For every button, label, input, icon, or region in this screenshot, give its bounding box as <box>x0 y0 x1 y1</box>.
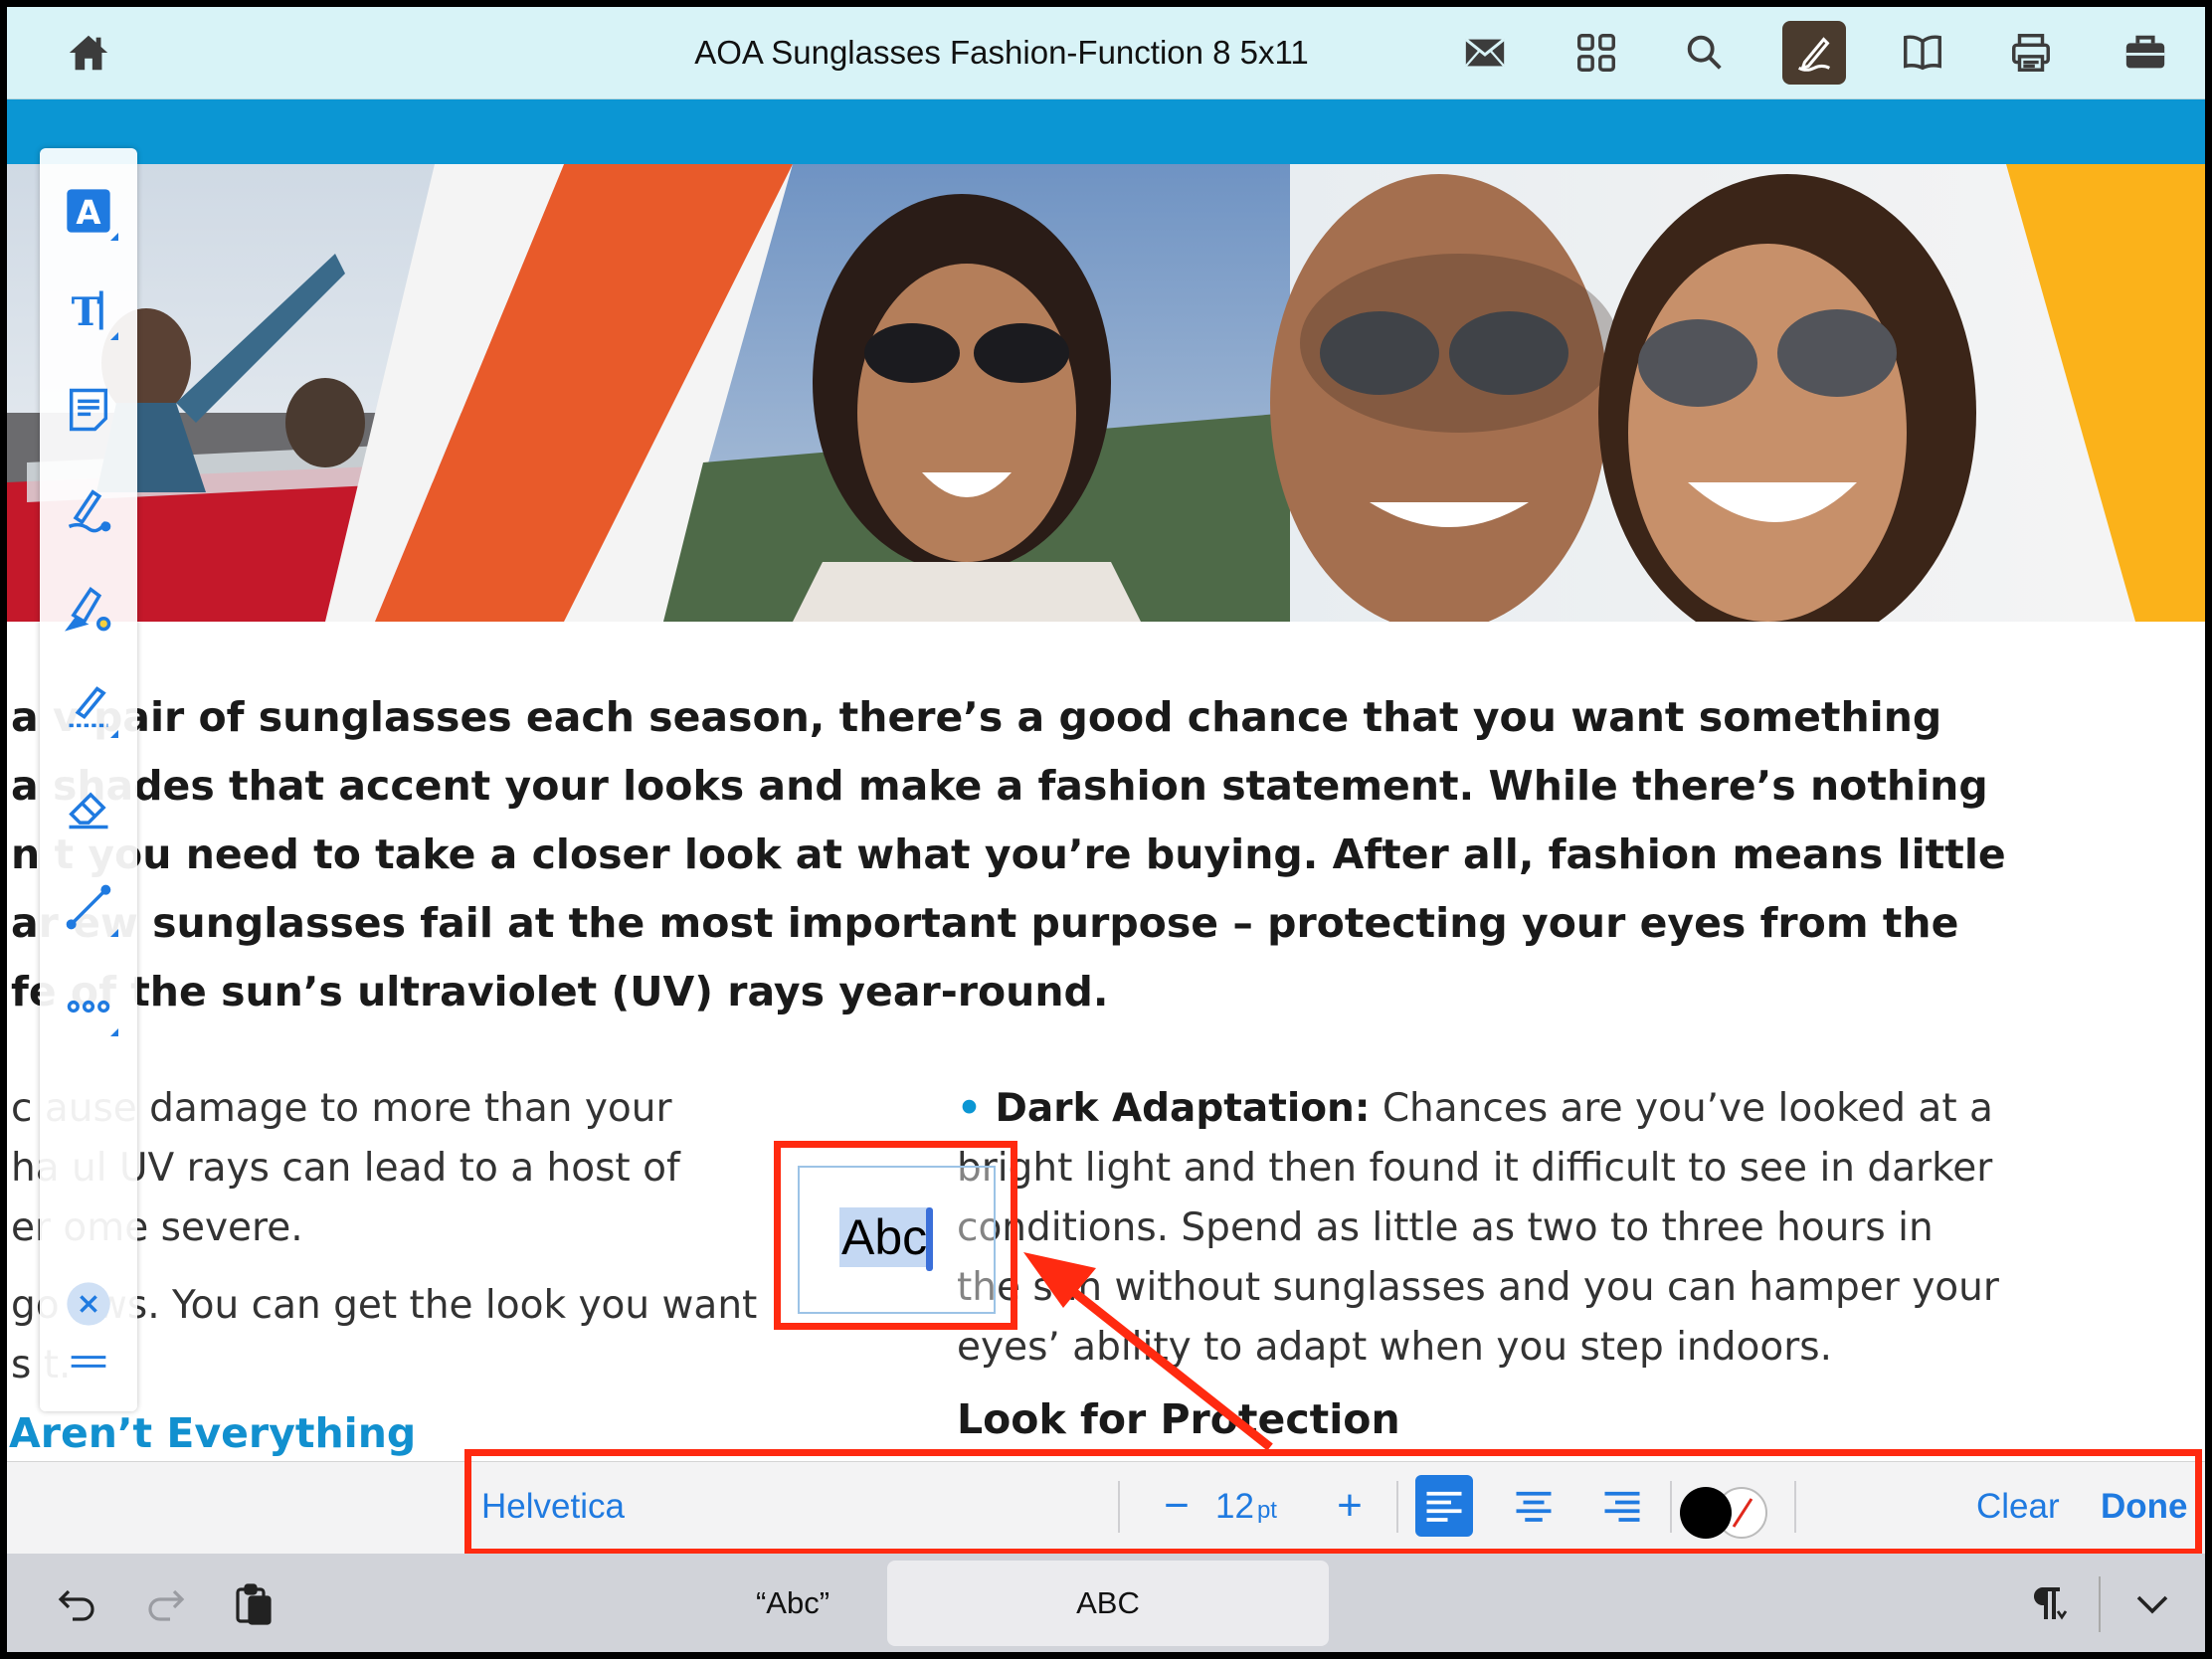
bullet-dot: • <box>957 1086 996 1131</box>
body-line: er ome severe. <box>11 1205 303 1250</box>
text-insert-icon[interactable]: T <box>49 271 128 350</box>
svg-text:A: A <box>76 194 100 232</box>
hide-keyboard-icon[interactable] <box>2122 1573 2182 1633</box>
body-line: c ause damage to more than your <box>11 1086 672 1131</box>
annotate-icon[interactable] <box>1782 21 1846 85</box>
redo-icon[interactable] <box>136 1573 196 1633</box>
section-heading: Look for Protection <box>957 1395 1400 1443</box>
body-line: go ews. You can get the look you want <box>11 1283 758 1328</box>
body-line: Chances are you’ve looked at a <box>1370 1086 1993 1131</box>
left-column: c ause damage to more than your ha ul UV… <box>11 1079 886 1395</box>
body-line: bright light and then found it difficult… <box>957 1146 1993 1191</box>
body-line: conditions. Spend as little as two to th… <box>957 1205 1934 1250</box>
handle-icon[interactable] <box>49 1337 128 1386</box>
eraser-icon[interactable] <box>49 768 128 847</box>
document-title: AOA Sunglasses Fashion-Function 8 5x11 <box>694 34 1309 71</box>
book-icon[interactable] <box>1891 21 1954 85</box>
more-icon[interactable] <box>49 967 128 1046</box>
intro-line: fe of the sun’s ultraviolet (UV) rays ye… <box>11 968 1109 1015</box>
section-heading: Aren’t Everything <box>9 1409 417 1457</box>
close-icon[interactable] <box>49 1264 128 1344</box>
hero-photo-collage <box>7 164 2205 622</box>
divider <box>2099 1576 2101 1632</box>
body-line: the sun without sunglasses and you can h… <box>957 1265 1999 1310</box>
bullet-term: Dark Adaptation: <box>995 1086 1371 1131</box>
right-column: • Dark Adaptation: Chances are you’ve lo… <box>957 1079 2205 1378</box>
body-line: ha ul UV rays can lead to a host of <box>11 1146 680 1191</box>
annotation-toolbar: A T <box>40 148 137 1411</box>
body-line: eyes’ ability to adapt when you step ind… <box>957 1325 1832 1370</box>
highlight-box-format-bar <box>464 1449 2202 1556</box>
paragraph-format-icon[interactable] <box>2016 1573 2076 1633</box>
top-nav-bar: AOA Sunglasses Fashion-Function 8 5x11 <box>7 7 2205 99</box>
body-line: s t. <box>11 1343 71 1387</box>
home-icon[interactable] <box>57 21 120 85</box>
print-icon[interactable] <box>1999 21 2063 85</box>
highlighter-icon[interactable] <box>49 569 128 648</box>
svg-text:T: T <box>72 289 100 335</box>
paste-icon[interactable] <box>224 1573 283 1633</box>
briefcase-icon[interactable] <box>2114 21 2177 85</box>
intro-line: n t you need to take a closer look at wh… <box>11 830 2006 878</box>
pen-icon[interactable] <box>49 469 128 549</box>
highlight-box-textbox <box>774 1141 1017 1330</box>
suggestion-caps[interactable]: ABC <box>887 1561 1329 1646</box>
search-icon[interactable] <box>1673 21 1737 85</box>
text-style-icon[interactable]: A <box>49 171 128 251</box>
intro-line: a shades that accent your looks and make… <box>11 762 1988 810</box>
grid-icon[interactable] <box>1565 21 1628 85</box>
intro-paragraph: a v pair of sunglasses each season, ther… <box>11 683 2100 1026</box>
pen-ruler-icon[interactable] <box>49 668 128 748</box>
screen: AOA Sunglasses Fashion-Function 8 5x11 a… <box>7 7 2205 1652</box>
line-icon[interactable] <box>49 867 128 947</box>
mail-icon[interactable] <box>1453 21 1517 85</box>
intro-line: a v pair of sunglasses each season, ther… <box>11 693 1942 741</box>
header-band <box>7 99 2205 164</box>
intro-line: ar ew sunglasses fail at the most import… <box>11 899 1959 947</box>
undo-icon[interactable] <box>47 1573 106 1633</box>
note-icon[interactable] <box>49 370 128 450</box>
